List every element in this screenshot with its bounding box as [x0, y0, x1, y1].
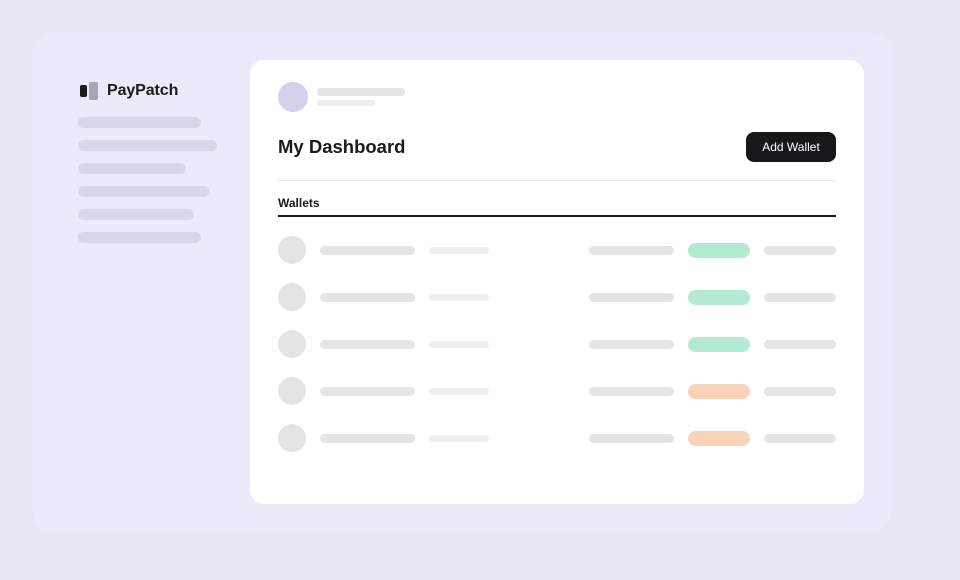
- user-info-placeholder: [317, 88, 405, 112]
- add-wallet-button[interactable]: Add Wallet: [746, 132, 836, 162]
- wallet-row[interactable]: [278, 330, 836, 377]
- wallet-date-placeholder: [764, 246, 836, 255]
- wallet-avatar: [278, 377, 306, 405]
- brand-name: PayPatch: [107, 82, 179, 99]
- wallet-type-placeholder: [429, 388, 489, 395]
- status-badge: [688, 243, 750, 258]
- wallet-date-placeholder: [764, 340, 836, 349]
- wallet-date-placeholder: [764, 434, 836, 443]
- tab-wallets[interactable]: Wallets: [278, 196, 320, 210]
- tab-underline: [278, 215, 836, 217]
- avatar[interactable]: [278, 82, 308, 112]
- wallet-type-placeholder: [429, 247, 489, 254]
- wallet-name-placeholder: [320, 434, 415, 443]
- sidebar-item-5[interactable]: [78, 209, 194, 220]
- app-frame: PayPatch My Dashboard Add Wallet Wallets: [32, 32, 892, 532]
- status-badge: [688, 290, 750, 305]
- page-title: My Dashboard: [278, 136, 406, 157]
- sidebar-item-4[interactable]: [78, 186, 209, 197]
- user-email-placeholder: [317, 100, 375, 106]
- wallet-type-placeholder: [429, 341, 489, 348]
- sidebar-item-1[interactable]: [78, 117, 201, 128]
- wallet-row[interactable]: [278, 377, 836, 424]
- status-badge: [688, 337, 750, 352]
- wallet-avatar: [278, 236, 306, 264]
- wallet-name-placeholder: [320, 340, 415, 349]
- sidebar: PayPatch: [78, 82, 228, 255]
- wallet-row[interactable]: [278, 236, 836, 283]
- wallet-name-placeholder: [320, 246, 415, 255]
- wallet-row[interactable]: [278, 283, 836, 330]
- wallet-balance-placeholder: [589, 434, 674, 443]
- wallet-type-placeholder: [429, 435, 489, 442]
- wallet-list: [278, 236, 836, 471]
- wallet-balance-placeholder: [589, 340, 674, 349]
- wallet-balance-placeholder: [589, 246, 674, 255]
- sidebar-item-6[interactable]: [78, 232, 201, 243]
- wallet-avatar: [278, 424, 306, 452]
- wallet-avatar: [278, 330, 306, 358]
- brand[interactable]: PayPatch: [78, 82, 228, 100]
- wallet-balance-placeholder: [589, 387, 674, 396]
- main-panel: My Dashboard Add Wallet Wallets: [250, 60, 864, 504]
- wallet-balance-placeholder: [589, 293, 674, 302]
- paypatch-logo-icon: [80, 82, 100, 100]
- sidebar-item-2[interactable]: [78, 140, 217, 151]
- user-name-placeholder: [317, 88, 405, 96]
- wallet-name-placeholder: [320, 293, 415, 302]
- wallet-avatar: [278, 283, 306, 311]
- wallet-name-placeholder: [320, 387, 415, 396]
- wallet-date-placeholder: [764, 293, 836, 302]
- wallet-row[interactable]: [278, 424, 836, 471]
- wallet-date-placeholder: [764, 387, 836, 396]
- header-divider: [278, 180, 836, 181]
- wallet-type-placeholder: [429, 294, 489, 301]
- sidebar-nav: [78, 117, 228, 243]
- sidebar-item-3[interactable]: [78, 163, 186, 174]
- status-badge: [688, 384, 750, 399]
- user-profile[interactable]: [278, 82, 405, 112]
- status-badge: [688, 431, 750, 446]
